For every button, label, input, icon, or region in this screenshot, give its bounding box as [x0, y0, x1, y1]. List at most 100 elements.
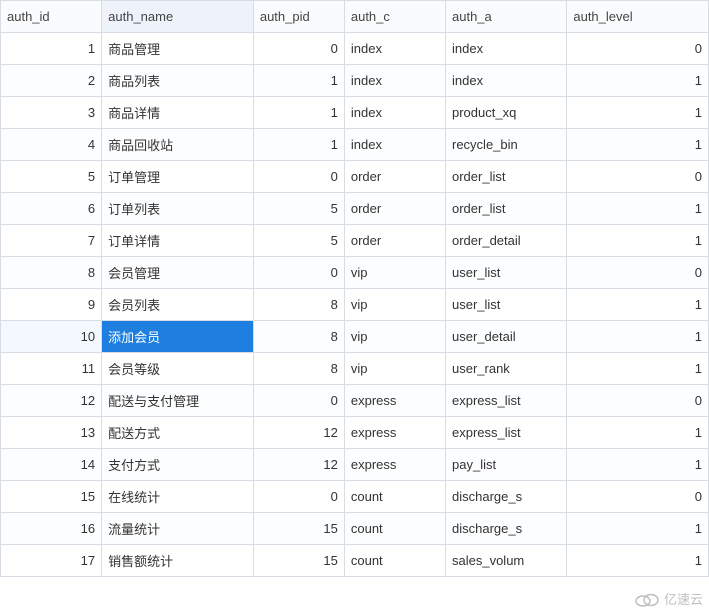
- cell-auth-id[interactable]: 2: [1, 65, 102, 97]
- cell-auth-a[interactable]: order_list: [446, 161, 567, 193]
- cell-auth-c[interactable]: express: [344, 385, 445, 417]
- cell-auth-a[interactable]: user_detail: [446, 321, 567, 353]
- cell-auth-level[interactable]: 1: [567, 129, 709, 161]
- cell-auth-id[interactable]: 16: [1, 513, 102, 545]
- table-row[interactable]: 16流量统计15countdischarge_s1: [1, 513, 709, 545]
- cell-auth-level[interactable]: 1: [567, 353, 709, 385]
- col-header-auth-a[interactable]: auth_a: [446, 1, 567, 33]
- cell-auth-id[interactable]: 17: [1, 545, 102, 577]
- cell-auth-id[interactable]: 12: [1, 385, 102, 417]
- table-row[interactable]: 1商品管理0indexindex0: [1, 33, 709, 65]
- cell-auth-level[interactable]: 1: [567, 289, 709, 321]
- cell-auth-a[interactable]: express_list: [446, 385, 567, 417]
- cell-auth-a[interactable]: index: [446, 65, 567, 97]
- col-header-auth-id[interactable]: auth_id: [1, 1, 102, 33]
- cell-auth-c[interactable]: count: [344, 481, 445, 513]
- cell-auth-c[interactable]: vip: [344, 321, 445, 353]
- cell-auth-id[interactable]: 13: [1, 417, 102, 449]
- cell-auth-a[interactable]: user_list: [446, 289, 567, 321]
- cell-auth-name[interactable]: 配送与支付管理: [102, 385, 254, 417]
- auth-table[interactable]: auth_id auth_name auth_pid auth_c auth_a…: [0, 0, 709, 577]
- cell-auth-level[interactable]: 0: [567, 33, 709, 65]
- cell-auth-level[interactable]: 0: [567, 161, 709, 193]
- cell-auth-name[interactable]: 商品列表: [102, 65, 254, 97]
- cell-auth-a[interactable]: sales_volum: [446, 545, 567, 577]
- table-row[interactable]: 7订单详情5orderorder_detail1: [1, 225, 709, 257]
- cell-auth-id[interactable]: 5: [1, 161, 102, 193]
- cell-auth-level[interactable]: 1: [567, 321, 709, 353]
- cell-auth-c[interactable]: vip: [344, 257, 445, 289]
- cell-auth-id[interactable]: 8: [1, 257, 102, 289]
- cell-auth-a[interactable]: order_detail: [446, 225, 567, 257]
- cell-auth-id[interactable]: 10▶: [1, 321, 102, 353]
- cell-auth-pid[interactable]: 12: [253, 417, 344, 449]
- cell-auth-name[interactable]: 会员列表: [102, 289, 254, 321]
- cell-auth-c[interactable]: order: [344, 193, 445, 225]
- cell-auth-pid[interactable]: 5: [253, 193, 344, 225]
- cell-auth-c[interactable]: express: [344, 417, 445, 449]
- cell-auth-id[interactable]: 4: [1, 129, 102, 161]
- cell-auth-pid[interactable]: 1: [253, 129, 344, 161]
- cell-auth-a[interactable]: user_list: [446, 257, 567, 289]
- cell-auth-c[interactable]: count: [344, 545, 445, 577]
- col-header-auth-c[interactable]: auth_c: [344, 1, 445, 33]
- col-header-auth-name[interactable]: auth_name: [102, 1, 254, 33]
- cell-auth-id[interactable]: 6: [1, 193, 102, 225]
- table-row[interactable]: 4商品回收站1indexrecycle_bin1: [1, 129, 709, 161]
- cell-auth-level[interactable]: 0: [567, 481, 709, 513]
- cell-auth-level[interactable]: 1: [567, 193, 709, 225]
- cell-auth-name[interactable]: 商品回收站: [102, 129, 254, 161]
- cell-auth-c[interactable]: vip: [344, 289, 445, 321]
- cell-auth-pid[interactable]: 8: [253, 289, 344, 321]
- cell-auth-id[interactable]: 7: [1, 225, 102, 257]
- cell-auth-c[interactable]: index: [344, 129, 445, 161]
- cell-auth-pid[interactable]: 1: [253, 65, 344, 97]
- cell-auth-pid[interactable]: 15: [253, 513, 344, 545]
- table-row[interactable]: 12配送与支付管理0expressexpress_list0: [1, 385, 709, 417]
- cell-auth-a[interactable]: user_rank: [446, 353, 567, 385]
- cell-auth-name[interactable]: 在线统计: [102, 481, 254, 513]
- cell-auth-name[interactable]: 流量统计: [102, 513, 254, 545]
- table-row[interactable]: 6订单列表5orderorder_list1: [1, 193, 709, 225]
- cell-auth-c[interactable]: order: [344, 161, 445, 193]
- cell-auth-level[interactable]: 1: [567, 417, 709, 449]
- cell-auth-a[interactable]: recycle_bin: [446, 129, 567, 161]
- cell-auth-c[interactable]: vip: [344, 353, 445, 385]
- table-row[interactable]: 15在线统计0countdischarge_s0: [1, 481, 709, 513]
- cell-auth-pid[interactable]: 0: [253, 33, 344, 65]
- cell-auth-level[interactable]: 1: [567, 97, 709, 129]
- cell-auth-id[interactable]: 3: [1, 97, 102, 129]
- table-row[interactable]: 14支付方式12expresspay_list1: [1, 449, 709, 481]
- cell-auth-name[interactable]: 支付方式: [102, 449, 254, 481]
- cell-auth-id[interactable]: 11: [1, 353, 102, 385]
- cell-auth-id[interactable]: 1: [1, 33, 102, 65]
- cell-auth-name[interactable]: 订单详情: [102, 225, 254, 257]
- cell-auth-name[interactable]: 订单列表: [102, 193, 254, 225]
- cell-auth-pid[interactable]: 8: [253, 353, 344, 385]
- cell-auth-pid[interactable]: 0: [253, 257, 344, 289]
- table-row[interactable]: 17销售额统计15countsales_volum1: [1, 545, 709, 577]
- cell-auth-pid[interactable]: 0: [253, 481, 344, 513]
- cell-auth-level[interactable]: 1: [567, 449, 709, 481]
- cell-auth-id[interactable]: 15: [1, 481, 102, 513]
- table-row[interactable]: 5订单管理0orderorder_list0: [1, 161, 709, 193]
- cell-auth-pid[interactable]: 1: [253, 97, 344, 129]
- cell-auth-name[interactable]: 商品管理: [102, 33, 254, 65]
- cell-auth-pid[interactable]: 8: [253, 321, 344, 353]
- table-row[interactable]: 3商品详情1indexproduct_xq1: [1, 97, 709, 129]
- cell-auth-a[interactable]: order_list: [446, 193, 567, 225]
- cell-auth-c[interactable]: count: [344, 513, 445, 545]
- cell-auth-c[interactable]: index: [344, 97, 445, 129]
- cell-auth-a[interactable]: express_list: [446, 417, 567, 449]
- cell-auth-pid[interactable]: 5: [253, 225, 344, 257]
- cell-auth-level[interactable]: 0: [567, 385, 709, 417]
- cell-auth-name[interactable]: 商品详情: [102, 97, 254, 129]
- table-row[interactable]: 2商品列表1indexindex1: [1, 65, 709, 97]
- cell-auth-a[interactable]: discharge_s: [446, 481, 567, 513]
- cell-auth-level[interactable]: 1: [567, 65, 709, 97]
- table-row[interactable]: 9会员列表8vipuser_list1: [1, 289, 709, 321]
- cell-auth-name[interactable]: 订单管理: [102, 161, 254, 193]
- cell-auth-level[interactable]: 1: [567, 545, 709, 577]
- cell-auth-a[interactable]: product_xq: [446, 97, 567, 129]
- table-row[interactable]: 13配送方式12expressexpress_list1: [1, 417, 709, 449]
